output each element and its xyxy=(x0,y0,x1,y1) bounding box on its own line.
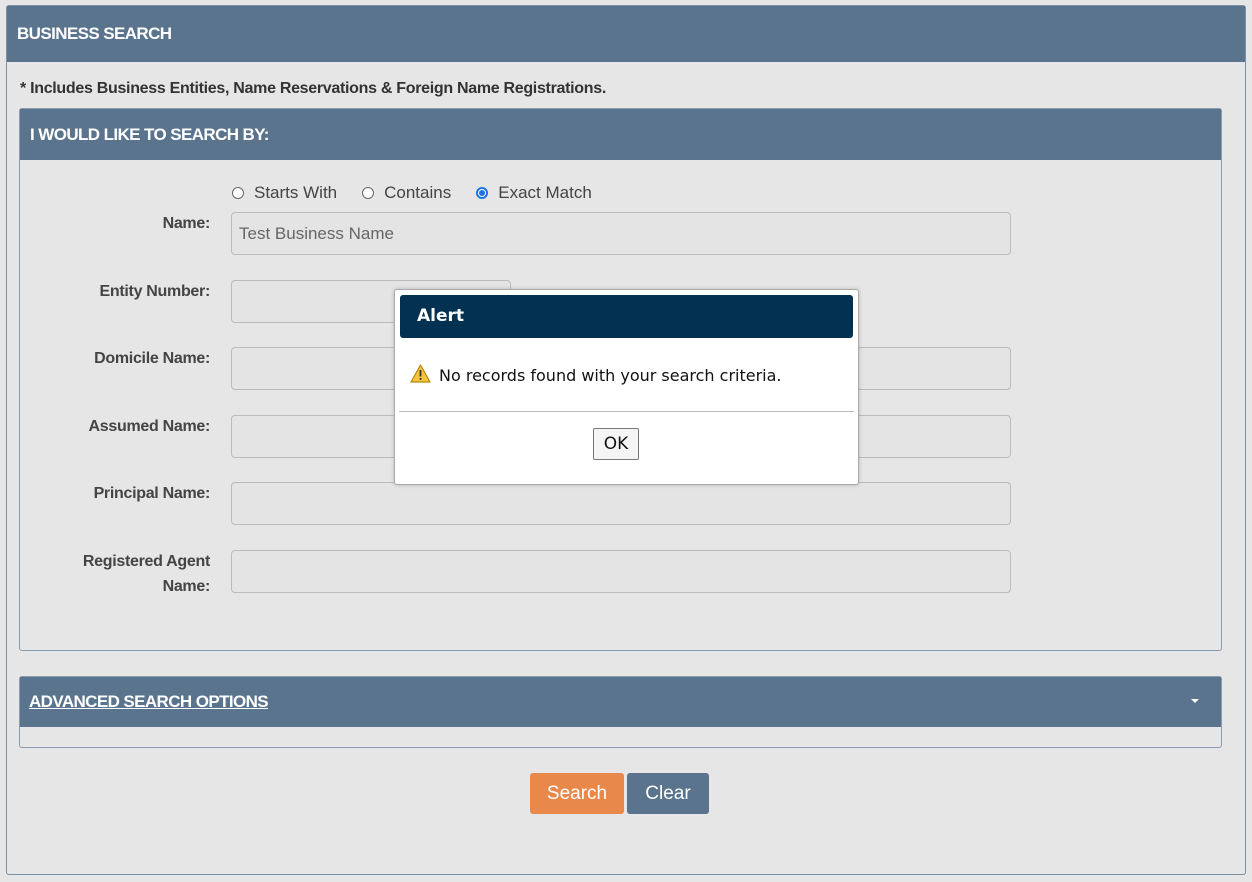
search-button[interactable]: Search xyxy=(530,773,624,814)
radio-exact-match[interactable]: Exact Match xyxy=(476,183,592,203)
assumed-name-label: Assumed Name: xyxy=(88,418,211,435)
radio-exact-match-label: Exact Match xyxy=(498,183,592,202)
radio-contains-label: Contains xyxy=(384,183,452,202)
search-note: * Includes Business Entities, Name Reser… xyxy=(20,80,606,97)
radio-starts-with-label: Starts With xyxy=(254,183,338,202)
radio-starts-with-circle[interactable] xyxy=(232,187,244,199)
radio-exact-match-circle[interactable] xyxy=(476,187,489,199)
warning-icon xyxy=(410,364,431,387)
advanced-search-link[interactable]: ADVANCED SEARCH OPTIONS xyxy=(29,692,269,711)
radio-starts-with[interactable]: Starts With xyxy=(232,183,337,203)
page-title: BUSINESS SEARCH xyxy=(7,6,1245,62)
caret-down-icon[interactable] xyxy=(1191,699,1199,703)
name-input[interactable]: Test Business Name xyxy=(231,212,1011,255)
registered-agent-input[interactable] xyxy=(231,550,1011,593)
name-match-radio-group: Starts With Contains Exact Match xyxy=(232,183,617,203)
name-label: Name: xyxy=(162,215,211,232)
search-by-header: I WOULD LIKE TO SEARCH BY: xyxy=(20,109,1221,160)
radio-contains-circle[interactable] xyxy=(362,187,375,199)
principal-name-label: Principal Name: xyxy=(93,485,211,502)
registered-agent-label-line2: Name: xyxy=(162,578,211,595)
alert-message: No records found with your search criter… xyxy=(439,366,782,385)
advanced-search-panel: ADVANCED SEARCH OPTIONS xyxy=(19,676,1222,748)
registered-agent-label: Registered Agent Name: xyxy=(20,549,210,599)
ok-button[interactable]: OK xyxy=(593,428,639,460)
advanced-search-header[interactable]: ADVANCED SEARCH OPTIONS xyxy=(20,677,1221,727)
alert-message-row: No records found with your search criter… xyxy=(410,364,782,387)
entity-number-label: Entity Number: xyxy=(99,283,211,300)
alert-dialog: Alert No records found with your search … xyxy=(394,289,859,485)
radio-contains[interactable]: Contains xyxy=(362,183,451,203)
alert-title: Alert xyxy=(400,295,853,338)
clear-button[interactable]: Clear xyxy=(627,773,709,814)
principal-name-input[interactable] xyxy=(231,482,1011,525)
domicile-name-label: Domicile Name: xyxy=(94,350,210,367)
alert-divider xyxy=(399,411,854,412)
registered-agent-label-line1: Registered Agent xyxy=(82,553,210,570)
